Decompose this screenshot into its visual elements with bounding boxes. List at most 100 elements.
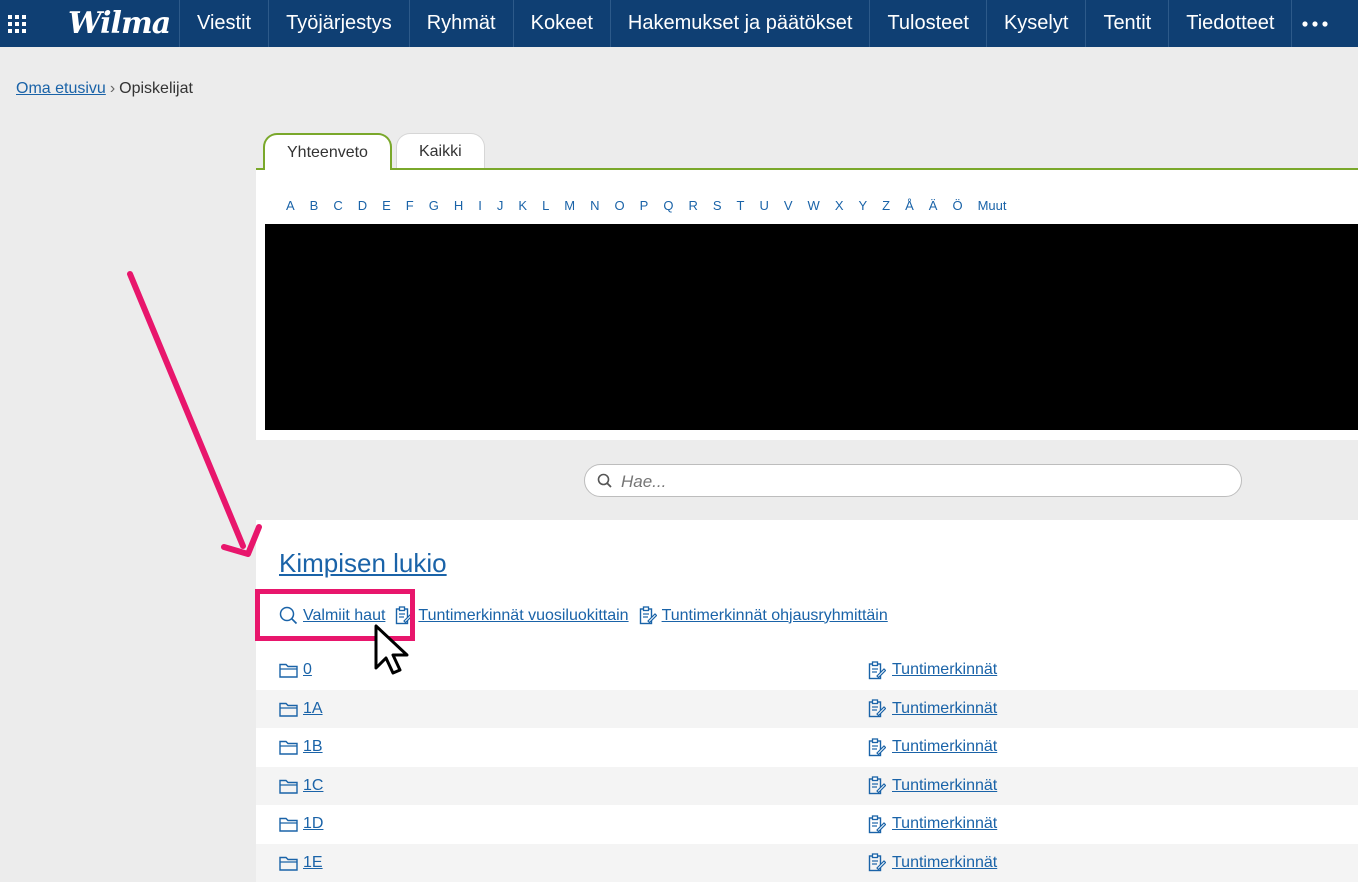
letter-link[interactable]: Ä [929, 198, 938, 213]
letter-link[interactable]: V [784, 198, 793, 213]
letter-link[interactable]: O [615, 198, 625, 213]
class-link[interactable]: 1A [279, 700, 323, 718]
nav-item-tentit[interactable]: Tentit [1086, 0, 1169, 47]
class-link[interactable]: 0 [279, 661, 312, 679]
marks-by-year-label: Tuntimerkinnät vuosiluokittain [418, 607, 628, 625]
letter-link[interactable]: U [759, 198, 768, 213]
clipboard-edit-icon [868, 776, 886, 795]
marks-label: Tuntimerkinnät [892, 777, 997, 795]
letter-link[interactable]: H [454, 198, 463, 213]
table-row: 0 Tuntimerkinnät [256, 651, 1358, 690]
search-input[interactable] [619, 470, 1223, 494]
folder-icon [279, 816, 298, 832]
marks-label: Tuntimerkinnät [892, 854, 997, 872]
nav-item-hakemukset[interactable]: Hakemukset ja päätökset [611, 0, 871, 47]
class-link[interactable]: 1C [279, 777, 323, 795]
class-link[interactable]: 1E [279, 854, 323, 872]
class-label: 1B [303, 738, 323, 756]
class-label: 0 [303, 661, 312, 679]
marks-link[interactable]: Tuntimerkinnät [868, 699, 997, 718]
marks-link[interactable]: Tuntimerkinnät [868, 738, 997, 757]
nav-item-kokeet[interactable]: Kokeet [514, 0, 611, 47]
letter-link[interactable]: G [429, 198, 439, 213]
marks-label: Tuntimerkinnät [892, 815, 997, 833]
marks-link[interactable]: Tuntimerkinnät [868, 815, 997, 834]
nav-item-viestit[interactable]: Viestit [180, 0, 269, 47]
apps-grid-button[interactable] [0, 0, 34, 47]
letter-link[interactable]: T [737, 198, 745, 213]
clipboard-edit-icon [868, 661, 886, 680]
tab-yhteenveto[interactable]: Yhteenveto [263, 133, 392, 170]
letter-link[interactable]: I [478, 198, 482, 213]
letter-link[interactable]: R [688, 198, 697, 213]
letter-link[interactable]: F [406, 198, 414, 213]
view-tabs: Yhteenveto Kaikki [263, 133, 489, 169]
marks-link[interactable]: Tuntimerkinnät [868, 853, 997, 872]
redacted-area [265, 224, 1358, 430]
table-row: 1A Tuntimerkinnät [256, 690, 1358, 729]
letter-link[interactable]: W [808, 198, 820, 213]
letter-link[interactable]: Z [882, 198, 890, 213]
marks-label: Tuntimerkinnät [892, 738, 997, 756]
nav-item-ryhmat[interactable]: Ryhmät [410, 0, 514, 47]
letter-link[interactable]: Å [905, 198, 914, 213]
marks-link[interactable]: Tuntimerkinnät [868, 661, 997, 680]
clipboard-edit-icon [868, 853, 886, 872]
school-title-link[interactable]: Kimpisen lukio [279, 548, 447, 579]
letter-link[interactable]: A [286, 198, 295, 213]
letter-link[interactable]: D [358, 198, 367, 213]
folder-icon [279, 701, 298, 717]
school-section: Kimpisen lukio Valmiit haut Tuntimerkinn… [256, 520, 1358, 856]
folder-icon [279, 662, 298, 678]
letter-link[interactable]: Q [663, 198, 673, 213]
top-navigation: Wilma Viestit Työjärjestys Ryhmät Kokeet… [0, 0, 1358, 47]
table-row: 1C Tuntimerkinnät [256, 767, 1358, 806]
class-link[interactable]: 1D [279, 815, 323, 833]
letter-link[interactable]: B [310, 198, 319, 213]
folder-icon [279, 855, 298, 871]
nav-item-kyselyt[interactable]: Kyselyt [987, 0, 1086, 47]
letter-link[interactable]: J [497, 198, 504, 213]
letter-link[interactable]: M [564, 198, 575, 213]
folder-icon [279, 778, 298, 794]
wilma-logo[interactable]: Wilma [34, 0, 180, 47]
clipboard-edit-icon [868, 738, 886, 757]
letter-link[interactable]: Y [858, 198, 867, 213]
marks-by-group-label: Tuntimerkinnät ohjausryhmittäin [662, 607, 888, 625]
grid-icon [8, 15, 26, 33]
class-list: 0 Tuntimerkinnät 1A Tuntimerkinnät 1B [256, 651, 1358, 882]
clipboard-edit-icon [639, 606, 657, 625]
letter-link[interactable]: Muut [978, 198, 1007, 213]
letter-link[interactable]: C [333, 198, 342, 213]
nav-item-tiedotteet[interactable]: Tiedotteet [1169, 0, 1292, 47]
letter-link[interactable]: X [835, 198, 844, 213]
breadcrumb-separator: › [110, 80, 115, 97]
class-label: 1E [303, 854, 323, 872]
class-link[interactable]: 1B [279, 738, 323, 756]
folder-icon [279, 739, 298, 755]
letter-link[interactable]: P [640, 198, 649, 213]
table-row: 1B Tuntimerkinnät [256, 728, 1358, 767]
nav-item-tulosteet[interactable]: Tulosteet [870, 0, 987, 47]
breadcrumb-current: Opiskelijat [119, 80, 193, 97]
breadcrumb-home-link[interactable]: Oma etusivu [16, 80, 106, 97]
tab-kaikki[interactable]: Kaikki [396, 133, 485, 169]
summary-panel: A B C D E F G H I J K L M N O P Q R S T … [256, 168, 1358, 440]
letter-link[interactable]: S [713, 198, 722, 213]
marks-by-year-link[interactable]: Tuntimerkinnät vuosiluokittain [395, 606, 628, 625]
letter-link[interactable]: N [590, 198, 599, 213]
letter-link[interactable]: K [518, 198, 527, 213]
class-label: 1C [303, 777, 323, 795]
letter-link[interactable]: E [382, 198, 391, 213]
nav-more-button[interactable] [1292, 0, 1338, 47]
breadcrumb: Oma etusivu›Opiskelijat [16, 80, 193, 98]
letter-link[interactable]: Ö [952, 198, 962, 213]
marks-label: Tuntimerkinnät [892, 700, 997, 718]
nav-item-tyojarjestys[interactable]: Työjärjestys [269, 0, 410, 47]
table-row: 1E Tuntimerkinnät [256, 844, 1358, 882]
marks-by-group-link[interactable]: Tuntimerkinnät ohjausryhmittäin [639, 606, 888, 625]
letter-link[interactable]: L [542, 198, 549, 213]
search-box [584, 464, 1242, 497]
marks-link[interactable]: Tuntimerkinnät [868, 776, 997, 795]
clipboard-edit-icon [868, 815, 886, 834]
